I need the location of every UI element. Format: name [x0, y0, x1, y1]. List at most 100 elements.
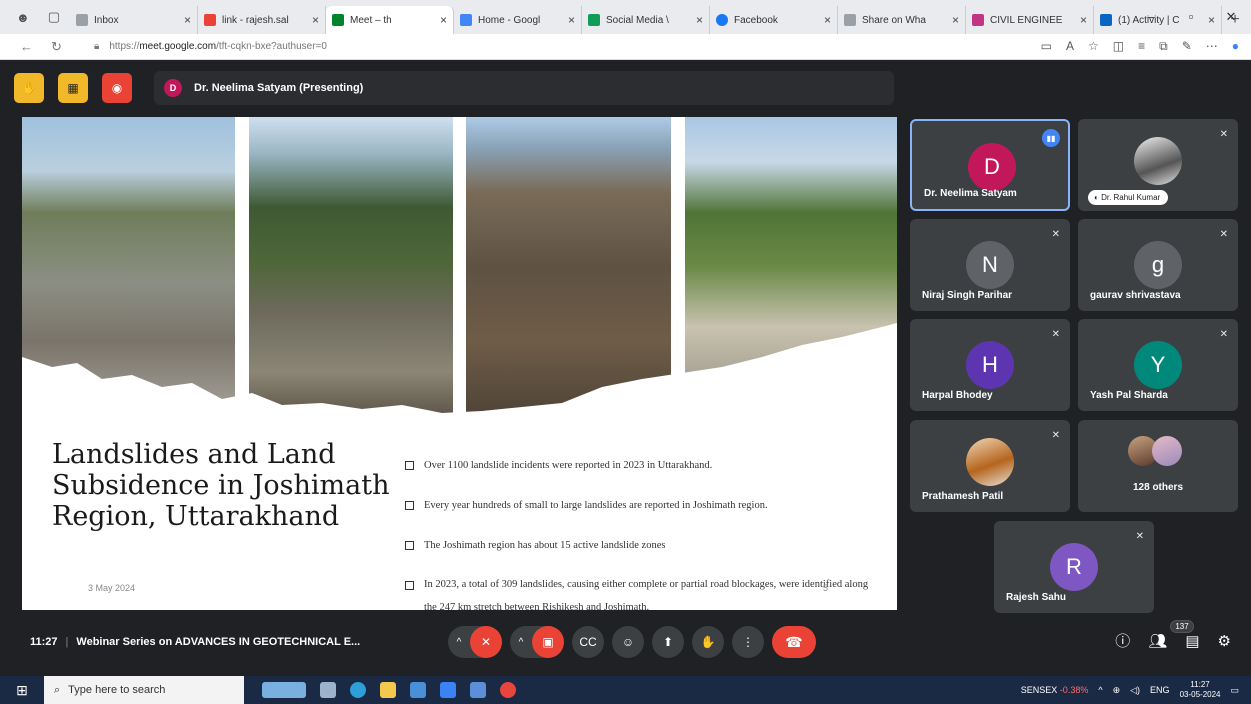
participant-name: Rajesh Sahu	[1006, 592, 1067, 603]
edge-icon[interactable]	[350, 682, 366, 698]
activities-icon[interactable]: ⚙	[1218, 632, 1231, 650]
avatar	[966, 438, 1014, 486]
favorite-icon[interactable]: ☆	[1088, 39, 1099, 54]
close-tab-icon[interactable]: ×	[568, 13, 575, 27]
profile-icon[interactable]: ☻	[16, 10, 30, 25]
present-button[interactable]: ⬆	[652, 626, 684, 658]
participant-tile[interactable]: ✕ Prathamesh Patil	[910, 420, 1070, 512]
presenter-bar[interactable]: D Dr. Neelima Satyam (Presenting)	[154, 71, 894, 105]
file-explorer-icon[interactable]	[380, 682, 396, 698]
windows-taskbar: ⊞ ⌕ Type here to search SENSEX -0.38% ^ …	[0, 676, 1251, 704]
browser-tab[interactable]: Share on Wha ×	[838, 6, 966, 34]
people-button[interactable]: 👥︎ 137	[1148, 619, 1194, 650]
meet-top-bar: ✋ ▦ ◉ D Dr. Neelima Satyam (Presenting)	[8, 70, 894, 106]
participant-tile[interactable]: Y ✕ Yash Pal Sharda	[1078, 319, 1238, 411]
taskbar-search[interactable]: ⌕ Type here to search	[44, 676, 244, 704]
windows-start-icon[interactable]: ⊞	[0, 682, 44, 699]
others-tile[interactable]: 128 others	[1078, 420, 1238, 512]
volume-icon[interactable]: ◁)	[1130, 685, 1140, 696]
url-domain: meet.google.com	[139, 41, 217, 52]
checkbox-bullet-icon	[405, 501, 414, 510]
browser-tab[interactable]: Facebook ×	[710, 6, 838, 34]
close-window-icon[interactable]: ✕	[1211, 0, 1251, 34]
emoji-button[interactable]: ☺	[612, 626, 644, 658]
widgets-icon[interactable]	[262, 682, 306, 698]
camera-icon[interactable]: ▭	[1041, 39, 1052, 54]
end-call-button[interactable]: ☎	[772, 626, 816, 658]
raise-hand-button[interactable]: ✋	[692, 626, 724, 658]
facebook-icon	[716, 14, 728, 26]
page-icon	[844, 14, 856, 26]
chat-icon[interactable]: ▤	[1185, 632, 1199, 650]
url-path: /tft-cqkn-bxe?authuser=0	[216, 41, 327, 52]
browser-tab[interactable]: Home - Googl ×	[454, 6, 582, 34]
browser-tab[interactable]: CIVIL ENGINEE ×	[966, 6, 1094, 34]
lock-icon[interactable]: 🔒︎	[94, 41, 99, 52]
participant-tile[interactable]: H ✕ Harpal Bhodey	[910, 319, 1070, 411]
tab-label: Facebook	[734, 14, 778, 26]
address-bar: ← ↻ 🔒︎ https://meet.google.com/tft-cqkn-…	[0, 34, 1251, 60]
bullet-item: Over 1100 landslide incidents were repor…	[405, 453, 875, 479]
camera-off-button[interactable]: ▣	[532, 626, 564, 658]
read-aloud-icon[interactable]: A	[1066, 39, 1074, 54]
collections-icon[interactable]: ⧉	[1159, 39, 1168, 54]
sensex-ticker[interactable]: SENSEX -0.38%	[1021, 685, 1089, 695]
mic-off-button[interactable]: ✕	[470, 626, 502, 658]
mail-icon[interactable]	[440, 682, 456, 698]
language-indicator[interactable]: ENG	[1150, 685, 1170, 695]
close-tab-icon[interactable]: ×	[1080, 13, 1087, 27]
browser-tab[interactable]: Inbox ×	[70, 6, 198, 34]
task-view-icon[interactable]	[320, 682, 336, 698]
store-icon[interactable]	[410, 682, 426, 698]
clock[interactable]: 11:27 03-05-2024	[1180, 680, 1221, 700]
captions-button[interactable]: CC	[572, 626, 604, 658]
hand-raise-indicator-icon[interactable]: ✋	[14, 73, 44, 103]
more-icon[interactable]: ⋯	[1206, 39, 1218, 54]
meeting-details-icon[interactable]: ⓘ	[1115, 630, 1130, 651]
split-screen-icon[interactable]: ◫	[1113, 39, 1124, 54]
participant-tile[interactable]: ✕ ◐ Dr. Rahul Kumar	[1078, 119, 1238, 211]
recording-icon[interactable]: ◉	[102, 73, 132, 103]
participant-tile[interactable]: g ✕ gaurav shrivastava	[1078, 219, 1238, 311]
notifications-icon[interactable]: ▭	[1230, 685, 1239, 696]
tray-chevron-icon[interactable]: ^	[1098, 685, 1102, 695]
close-tab-icon[interactable]: ×	[312, 13, 319, 27]
layout-icon[interactable]: ▦	[58, 73, 88, 103]
back-icon[interactable]: ←	[20, 39, 33, 55]
drive-icon	[460, 14, 472, 26]
close-tab-icon[interactable]: ×	[824, 13, 831, 27]
browser-tab[interactable]: Social Media \ ×	[582, 6, 710, 34]
participant-tile[interactable]: N ✕ Niraj Singh Parihar	[910, 219, 1070, 311]
favorites-list-icon[interactable]: ≡	[1138, 39, 1145, 54]
camera-options-chevron-icon[interactable]: ^	[510, 637, 532, 648]
close-tab-icon[interactable]: ×	[184, 13, 191, 27]
minimize-icon[interactable]: –	[1131, 0, 1171, 34]
url-prefix: https://	[109, 41, 140, 52]
participant-name: Dr. Rahul Kumar	[1101, 193, 1161, 202]
chrome-icon[interactable]	[500, 682, 516, 698]
more-options-button[interactable]: ⋮	[732, 626, 764, 658]
participant-tile[interactable]: D ▮▮ Dr. Neelima Satyam	[910, 119, 1070, 211]
tab-label: CIVIL ENGINEE	[990, 14, 1063, 26]
network-icon[interactable]: ⊕	[1113, 685, 1121, 696]
mic-options-chevron-icon[interactable]: ^	[448, 637, 470, 648]
browser-tab-active[interactable]: Meet – th ×	[326, 6, 454, 34]
tab-actions-icon[interactable]: ▢	[48, 9, 60, 25]
photos-icon[interactable]	[470, 682, 486, 698]
close-tab-icon[interactable]: ×	[952, 13, 959, 27]
extensions-icon[interactable]: ✎	[1182, 39, 1192, 54]
maximize-icon[interactable]: ▫	[1171, 0, 1211, 34]
search-icon: ⌕	[54, 683, 61, 696]
speaking-indicator-icon: ▮▮	[1042, 129, 1060, 147]
meeting-time: 11:27	[30, 636, 58, 648]
refresh-icon[interactable]: ↻	[51, 39, 62, 55]
close-tab-icon[interactable]: ×	[440, 13, 447, 27]
copilot-icon[interactable]: ●	[1232, 39, 1239, 54]
browser-tab[interactable]: link - rajesh.sal ×	[198, 6, 326, 34]
url-field[interactable]: 🔒︎ https://meet.google.com/tft-cqkn-bxe?…	[70, 41, 1041, 52]
avatar: N	[966, 241, 1014, 289]
participant-tile[interactable]: R ✕ Rajesh Sahu	[994, 521, 1154, 613]
participant-name: gaurav shrivastava	[1090, 290, 1181, 301]
close-tab-icon[interactable]: ×	[696, 13, 703, 27]
avatar	[1134, 137, 1182, 185]
